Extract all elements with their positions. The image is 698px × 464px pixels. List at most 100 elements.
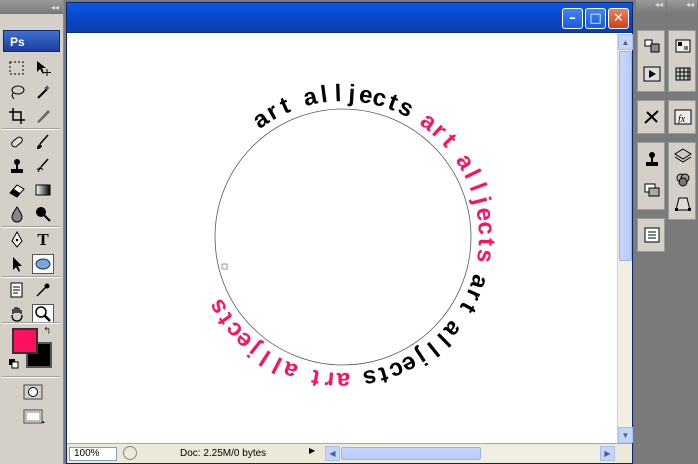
type-tool[interactable]: T xyxy=(32,230,54,250)
scroll-left-icon[interactable]: ◀ xyxy=(325,446,340,461)
horizontal-scroll-thumb[interactable] xyxy=(341,447,481,460)
screen-mode-icon[interactable] xyxy=(22,408,46,426)
quick-mask-icon[interactable] xyxy=(22,383,44,401)
eraser-icon xyxy=(9,184,25,198)
gradient-icon xyxy=(35,184,51,196)
foreground-color-swatch[interactable] xyxy=(12,328,38,354)
scroll-up-icon[interactable]: ▲ xyxy=(618,34,633,50)
zoom-icon xyxy=(35,306,51,322)
marquee-tool[interactable] xyxy=(6,58,28,78)
clone-source-panel-icon xyxy=(646,152,658,166)
color-panel-button[interactable] xyxy=(673,37,693,55)
move-tool[interactable] xyxy=(32,58,54,78)
scroll-down-icon[interactable]: ▼ xyxy=(618,427,633,443)
panel-group-3 xyxy=(637,142,665,210)
clone-source-panel-button[interactable] xyxy=(642,150,662,168)
artwork: art a l l j ectsartalljectsartalljectsartallj… xyxy=(203,80,500,394)
vertical-scroll-thumb[interactable] xyxy=(619,51,632,261)
panel-group-5 xyxy=(668,30,696,92)
color-panel-icon xyxy=(675,39,691,53)
anchor-point xyxy=(221,263,228,270)
lasso-tool[interactable] xyxy=(6,82,28,102)
navigator-panel-button[interactable] xyxy=(642,37,662,55)
artwork-letter: t xyxy=(473,237,500,246)
tools-panel-grip[interactable]: ◂◂ xyxy=(0,0,63,14)
artwork-letter: a xyxy=(301,82,321,111)
close-button[interactable]: ✕ xyxy=(608,8,629,29)
styles-panel-icon: fx xyxy=(674,109,692,125)
status-bar: 100% Doc: 2.25M/0 bytes ▶ ◀ ▶ xyxy=(67,443,632,463)
artwork-letter: r xyxy=(324,366,336,394)
zoom-tool[interactable] xyxy=(32,304,54,324)
panel-group-4 xyxy=(637,218,665,252)
notes-tool[interactable] xyxy=(6,280,28,300)
crop-tool[interactable] xyxy=(6,106,28,126)
layers-panel-button[interactable] xyxy=(673,147,693,165)
paths-panel-button[interactable] xyxy=(673,195,693,213)
dock-grip-right[interactable]: ◂◂ xyxy=(667,0,697,14)
brush-tool[interactable] xyxy=(32,132,54,152)
dodge-tool[interactable] xyxy=(32,204,54,224)
gradient-tool[interactable] xyxy=(32,180,54,200)
blur-icon xyxy=(11,206,23,223)
navigator-panel-icon xyxy=(644,39,660,53)
history-brush-icon xyxy=(36,158,49,173)
zoom-level-field[interactable]: 100% xyxy=(69,447,117,461)
dock-grip[interactable]: ◂◂ xyxy=(636,0,666,14)
pen-icon xyxy=(11,231,23,248)
layer-comps-panel-button[interactable] xyxy=(642,181,662,199)
path-selection-tool[interactable] xyxy=(6,254,28,274)
lasso-icon xyxy=(11,85,25,100)
artwork-letter: l xyxy=(464,179,492,195)
ellipse-shape-icon xyxy=(35,258,51,270)
hand-icon xyxy=(11,307,23,322)
photoshop-logo[interactable]: Ps xyxy=(3,30,60,52)
svg-text:fx: fx xyxy=(678,114,686,125)
tool-presets-panel-icon xyxy=(644,110,659,124)
default-colors-icon[interactable] xyxy=(9,359,19,369)
dodge-icon xyxy=(36,207,51,222)
healing-brush-icon xyxy=(11,136,23,148)
artwork-letter: s xyxy=(471,248,500,265)
navigator-icon[interactable] xyxy=(123,446,137,460)
notes-panel-button[interactable] xyxy=(642,226,662,244)
document-window: – □ ✕ artalljectsartalljectsartalljectsa… xyxy=(66,2,633,464)
panel-dock-right: ◂◂ fx xyxy=(667,0,697,464)
channels-panel-button[interactable] xyxy=(673,171,693,189)
healing-brush-tool[interactable] xyxy=(6,132,28,152)
minimize-button[interactable]: – xyxy=(562,8,583,29)
vertical-scrollbar[interactable]: ▲ ▼ xyxy=(617,34,633,443)
magic-wand-tool[interactable] xyxy=(32,82,54,102)
swap-colors-icon[interactable]: ↰ xyxy=(43,326,51,337)
tool-presets-panel-button[interactable] xyxy=(642,108,662,126)
status-menu-arrow-icon[interactable]: ▶ xyxy=(309,446,315,455)
panel-group-2 xyxy=(637,100,665,134)
panel-group-1 xyxy=(637,30,665,92)
slice-icon xyxy=(37,110,50,123)
panel-group-7 xyxy=(668,142,696,220)
history-brush-tool[interactable] xyxy=(32,156,54,176)
hand-tool[interactable] xyxy=(6,304,28,324)
document-titlebar[interactable]: – □ ✕ xyxy=(67,3,632,33)
document-canvas[interactable]: artalljectsartalljectsartalljectsartallj… xyxy=(67,34,617,443)
swatches-panel-button[interactable] xyxy=(673,65,693,83)
collapse-icon[interactable]: ◂◂ xyxy=(51,3,59,12)
document-size-info: Doc: 2.25M/0 bytes xyxy=(180,448,267,459)
layers-panel-icon xyxy=(674,148,692,163)
eraser-tool[interactable] xyxy=(6,180,28,200)
ellipse-tool[interactable] xyxy=(32,254,54,274)
blur-tool[interactable] xyxy=(6,204,28,224)
actions-panel-button[interactable] xyxy=(642,65,662,83)
tools-panel: ◂◂ Ps T ↰ xyxy=(0,0,64,464)
eyedropper-tool[interactable] xyxy=(32,280,54,300)
styles-panel-button[interactable]: fx xyxy=(673,108,693,126)
scroll-right-icon[interactable]: ▶ xyxy=(600,446,615,461)
notes-panel-icon xyxy=(644,227,660,243)
channels-panel-icon xyxy=(676,173,690,187)
horizontal-scrollbar[interactable]: ◀ ▶ xyxy=(325,446,615,461)
clone-stamp-tool[interactable] xyxy=(6,156,28,176)
pen-tool[interactable] xyxy=(6,230,28,250)
slice-tool[interactable] xyxy=(32,106,54,126)
maximize-button[interactable]: □ xyxy=(585,8,606,29)
artwork-letter: l xyxy=(319,81,329,109)
